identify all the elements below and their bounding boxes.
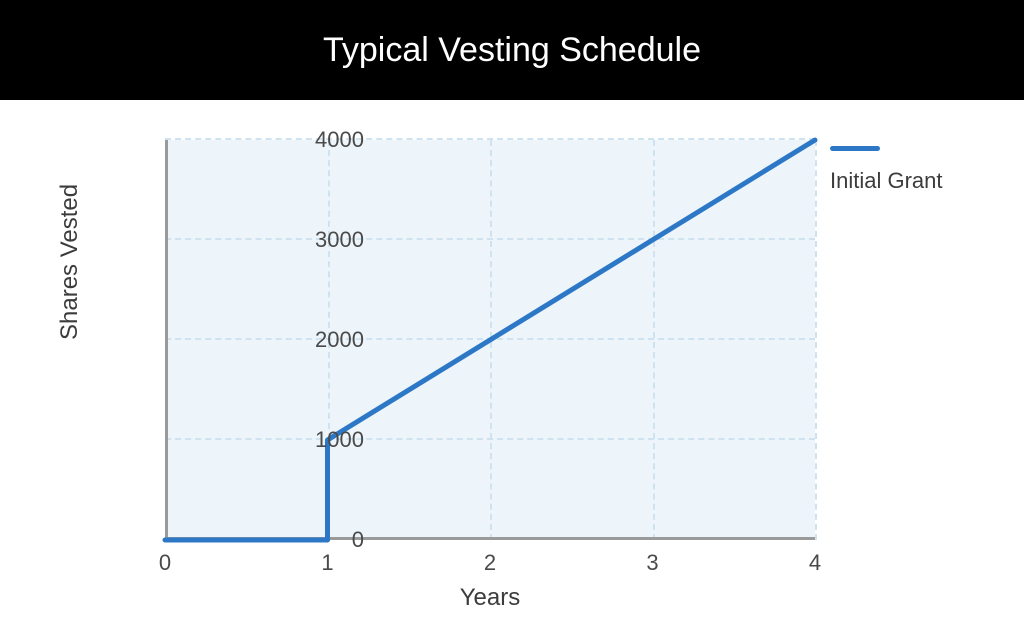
y-tick: 3000 — [304, 227, 364, 253]
legend-swatch-icon — [830, 146, 880, 151]
x-tick: 2 — [470, 550, 510, 576]
page-title: Typical Vesting Schedule — [323, 31, 701, 70]
x-tick: 3 — [633, 550, 673, 576]
y-tick: 1000 — [304, 427, 364, 453]
x-tick: 0 — [145, 550, 185, 576]
chart-container: Shares Vested 0 1 2 3 4 0 1000 2000 3000… — [0, 100, 1024, 640]
y-tick: 2000 — [304, 327, 364, 353]
plot-area: 0 1 2 3 4 — [165, 140, 815, 540]
header: Typical Vesting Schedule — [0, 0, 1024, 100]
x-tick: 1 — [308, 550, 348, 576]
gridline-v — [815, 140, 817, 540]
y-tick: 4000 — [304, 127, 364, 153]
x-tick: 4 — [795, 550, 835, 576]
legend-label: Initial Grant — [830, 168, 943, 194]
legend: Initial Grant — [830, 140, 943, 194]
series-line — [165, 140, 815, 540]
x-axis-label: Years — [165, 584, 815, 612]
y-tick: 0 — [304, 527, 364, 553]
y-axis-label: Shares Vested — [56, 184, 84, 340]
